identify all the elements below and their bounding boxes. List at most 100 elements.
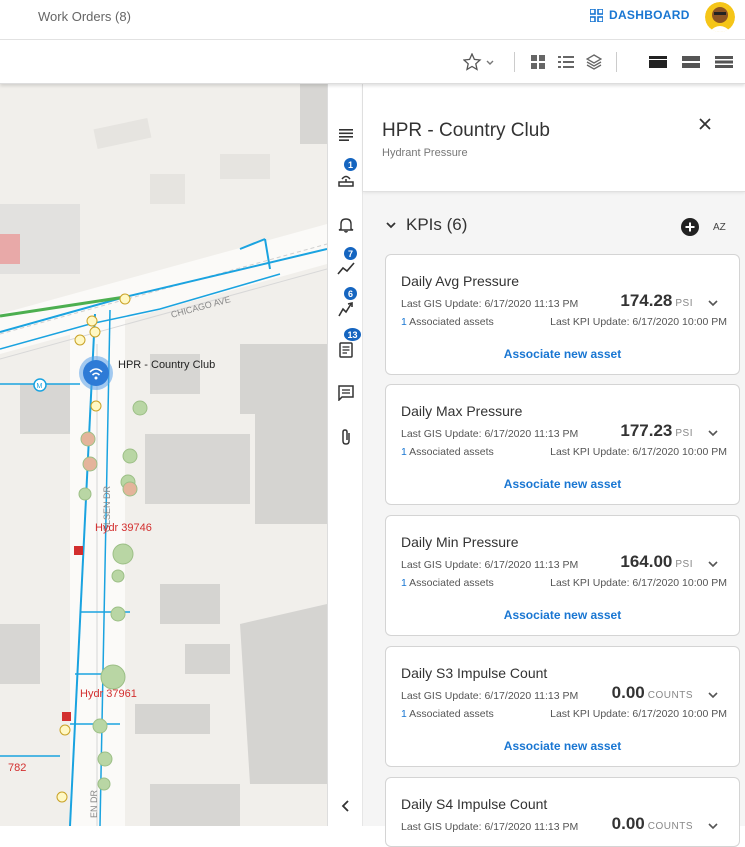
trend-icon xyxy=(337,262,355,275)
associate-asset-link[interactable]: Associate new asset xyxy=(386,477,739,491)
associated-assets[interactable]: 1 Associated assets xyxy=(401,577,494,589)
gis-update: Last GIS Update: 6/17/2020 11:13 PM xyxy=(401,821,579,833)
layout-icon xyxy=(715,56,733,68)
layout-list-button[interactable] xyxy=(714,52,734,72)
gis-update: Last GIS Update: 6/17/2020 11:13 PM xyxy=(401,428,579,440)
notes-badge: 13 xyxy=(343,327,362,342)
kpi-name: Daily Min Pressure xyxy=(401,534,519,550)
kpi-value: 177.23 PSI xyxy=(620,421,693,440)
details-tab[interactable] xyxy=(336,125,356,145)
work-orders-tab[interactable] xyxy=(336,299,356,319)
kpi-tab[interactable] xyxy=(336,258,356,278)
kpi-card: Daily S3 Impulse Count Last GIS Update: … xyxy=(385,646,740,767)
kpi-update: Last KPI Update: 6/17/2020 10:00 PM xyxy=(550,316,727,328)
kpi-badge: 7 xyxy=(343,246,358,261)
layers-icon xyxy=(586,54,602,70)
associate-asset-link[interactable]: Associate new asset xyxy=(386,347,739,361)
comment-icon xyxy=(338,385,354,401)
assets-tab[interactable] xyxy=(336,169,356,189)
avatar[interactable] xyxy=(705,2,735,32)
chevron-down-icon[interactable] xyxy=(707,689,719,701)
kpi-tools: AZ xyxy=(681,218,726,236)
gis-update: Last GIS Update: 6/17/2020 11:13 PM xyxy=(401,559,579,571)
kpi-value: 174.28 PSI xyxy=(620,291,693,310)
kpi-update: Last KPI Update: 6/17/2020 10:00 PM xyxy=(550,577,727,589)
list-view-button[interactable] xyxy=(556,52,576,72)
grid-view-icon xyxy=(531,55,545,69)
associate-asset-link[interactable]: Associate new asset xyxy=(386,608,739,622)
alerts-tab[interactable] xyxy=(336,215,356,235)
dashboard-icon xyxy=(590,8,603,22)
toolbar-divider xyxy=(616,52,617,72)
kpi-card: Daily Min Pressure Last GIS Update: 6/17… xyxy=(385,515,740,636)
sort-az-icon[interactable]: AZ xyxy=(713,222,726,233)
associated-assets[interactable]: 1 Associated assets xyxy=(401,446,494,458)
work-orders-badge: 6 xyxy=(343,286,358,301)
kpi-value: 164.00 PSI xyxy=(620,552,693,571)
kpi-card: Daily Avg Pressure Last GIS Update: 6/17… xyxy=(385,254,740,375)
svg-text:M: M xyxy=(37,383,43,390)
assets-badge: 1 xyxy=(343,157,358,172)
kpi-update: Last KPI Update: 6/17/2020 10:00 PM xyxy=(550,708,727,720)
layout-icon xyxy=(649,56,667,68)
attachments-tab[interactable] xyxy=(336,427,356,447)
kpi-value: 0.00 COUNTS xyxy=(611,683,693,702)
kpi-value: 0.00 COUNTS xyxy=(611,814,693,833)
hydrant-label: Hydr 39746 xyxy=(95,522,152,534)
bell-icon xyxy=(338,218,354,233)
map-canvas: M xyxy=(0,84,327,826)
list-view-icon xyxy=(558,56,574,68)
close-icon[interactable] xyxy=(697,116,713,132)
associated-assets[interactable]: 1 Associated assets xyxy=(401,708,494,720)
hydrant-label: Hydr 37961 xyxy=(80,688,137,700)
gis-update: Last GIS Update: 6/17/2020 11:13 PM xyxy=(401,298,579,310)
kpi-name: Daily Max Pressure xyxy=(401,403,523,419)
map-feature-label: HPR - Country Club xyxy=(118,359,216,371)
gis-update: Last GIS Update: 6/17/2020 11:13 PM xyxy=(401,690,579,702)
layout-icon xyxy=(682,56,700,68)
dashboard-button[interactable]: DASHBOARD xyxy=(590,8,690,22)
toolbar-divider xyxy=(514,52,515,72)
street-label: EN DR xyxy=(89,789,100,819)
kpi-name: Daily S3 Impulse Count xyxy=(401,665,548,681)
chevron-down-icon[interactable] xyxy=(707,427,719,439)
dashboard-label: DASHBOARD xyxy=(609,8,690,22)
layout-split-button[interactable] xyxy=(681,52,701,72)
kpi-name: Daily Avg Pressure xyxy=(401,273,520,289)
list-icon xyxy=(339,129,353,141)
work-icon xyxy=(338,301,353,317)
panel-subtitle: Hydrant Pressure xyxy=(382,147,468,159)
kpi-section-title: KPIs (6) xyxy=(406,215,468,234)
layers-button[interactable] xyxy=(584,52,604,72)
panel-title: HPR - Country Club xyxy=(382,120,550,141)
kpi-update: Last KPI Update: 6/17/2020 10:00 PM xyxy=(550,446,727,458)
attachment-icon xyxy=(342,429,350,445)
comments-tab[interactable] xyxy=(336,383,356,403)
star-settings-button[interactable] xyxy=(462,52,496,72)
notes-tab[interactable] xyxy=(336,340,356,360)
detail-panel: HPR - Country Club Hydrant Pressure KPIs… xyxy=(363,84,745,847)
notes-icon xyxy=(339,342,353,358)
chevron-down-icon[interactable] xyxy=(707,297,719,309)
work-orders-title[interactable]: Work Orders (8) xyxy=(38,9,131,24)
collapse-chevron-icon xyxy=(341,800,349,812)
panel-header: HPR - Country Club Hydrant Pressure xyxy=(363,84,745,192)
associated-assets[interactable]: 1 Associated assets xyxy=(401,316,494,328)
add-circle-icon[interactable] xyxy=(681,218,699,236)
associate-asset-link[interactable]: Associate new asset xyxy=(386,739,739,753)
star-settings-icon xyxy=(463,53,494,71)
kpi-section-toggle[interactable]: KPIs (6) xyxy=(386,215,467,235)
kpi-name: Daily S4 Impulse Count xyxy=(401,796,548,812)
map-view[interactable]: M HPR - Country Club CHICAGO AVE OLSEN D… xyxy=(0,84,327,826)
collapse-panel-button[interactable] xyxy=(336,796,356,816)
view-toolbar xyxy=(0,40,745,84)
assets-icon xyxy=(338,175,354,187)
chevron-down-icon xyxy=(386,222,396,229)
layout-full-button[interactable] xyxy=(648,52,668,72)
kpi-card: Daily S4 Impulse Count Last GIS Update: … xyxy=(385,777,740,847)
side-rail: 1 7 6 13 xyxy=(327,84,363,826)
top-bar: Work Orders (8) DASHBOARD xyxy=(0,0,745,40)
chevron-down-icon[interactable] xyxy=(707,820,719,832)
chevron-down-icon[interactable] xyxy=(707,558,719,570)
grid-view-button[interactable] xyxy=(528,52,548,72)
